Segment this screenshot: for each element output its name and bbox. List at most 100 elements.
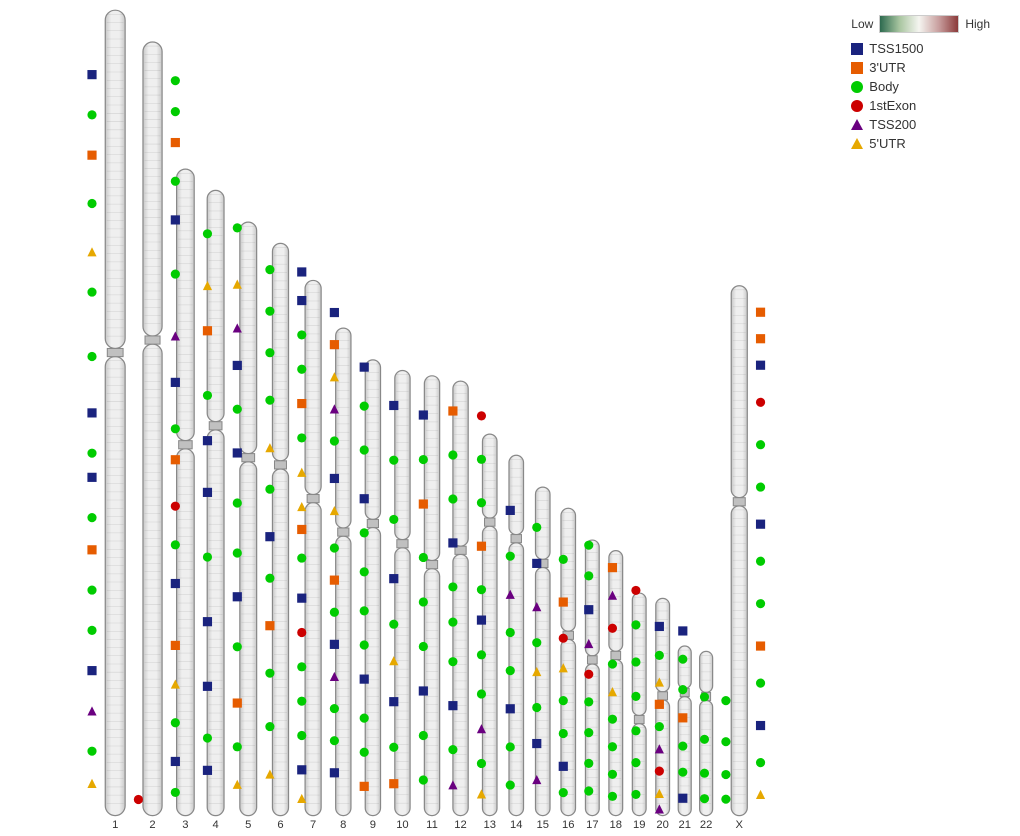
marker bbox=[700, 692, 709, 701]
marker bbox=[631, 758, 640, 767]
marker bbox=[360, 445, 369, 454]
marker bbox=[171, 502, 180, 511]
marker bbox=[203, 488, 212, 497]
marker bbox=[171, 76, 180, 85]
svg-text:11: 11 bbox=[426, 819, 438, 831]
marker bbox=[203, 391, 212, 400]
marker bbox=[330, 736, 339, 745]
svg-text:3: 3 bbox=[182, 819, 188, 831]
marker bbox=[419, 731, 428, 740]
marker bbox=[297, 296, 306, 305]
marker bbox=[203, 617, 212, 626]
marker bbox=[477, 615, 486, 624]
marker bbox=[678, 655, 687, 664]
marker bbox=[532, 523, 541, 532]
chromosome-10: 10 bbox=[395, 371, 410, 831]
marker bbox=[608, 624, 617, 633]
marker bbox=[506, 781, 515, 790]
marker bbox=[360, 494, 369, 503]
marker bbox=[265, 348, 274, 357]
chromosome-1: 1 bbox=[105, 10, 125, 831]
marker bbox=[756, 361, 765, 370]
marker bbox=[584, 571, 593, 580]
marker bbox=[330, 474, 339, 483]
chromosome-7: 7 bbox=[305, 280, 321, 830]
marker bbox=[360, 748, 369, 757]
marker bbox=[584, 759, 593, 768]
marker bbox=[265, 307, 274, 316]
marker bbox=[448, 538, 457, 547]
marker bbox=[297, 330, 306, 339]
marker bbox=[203, 229, 212, 238]
marker bbox=[756, 758, 765, 767]
marker bbox=[608, 792, 617, 801]
marker bbox=[559, 788, 568, 797]
marker bbox=[756, 398, 765, 407]
marker bbox=[297, 365, 306, 374]
svg-text:12: 12 bbox=[454, 819, 466, 831]
marker bbox=[678, 768, 687, 777]
marker bbox=[389, 620, 398, 629]
marker bbox=[477, 498, 486, 507]
marker bbox=[477, 650, 486, 659]
marker bbox=[506, 506, 515, 515]
chromosome-9: 9 bbox=[365, 360, 380, 831]
marker bbox=[655, 700, 664, 709]
marker bbox=[171, 424, 180, 433]
marker bbox=[756, 308, 765, 317]
marker bbox=[631, 726, 640, 735]
marker bbox=[87, 747, 96, 756]
svg-text:7: 7 bbox=[310, 819, 316, 831]
marker bbox=[506, 742, 515, 751]
svg-text:10: 10 bbox=[396, 819, 408, 831]
marker bbox=[171, 757, 180, 766]
chromosome-5: 5 bbox=[240, 222, 257, 831]
marker bbox=[233, 498, 242, 507]
marker bbox=[448, 745, 457, 754]
marker bbox=[171, 269, 180, 278]
main-container: Low High TSS1500 3'UTR Body 1stExon TSS2… bbox=[0, 0, 1020, 836]
svg-text:18: 18 bbox=[610, 819, 622, 831]
marker bbox=[419, 597, 428, 606]
marker bbox=[360, 363, 369, 372]
marker bbox=[171, 718, 180, 727]
marker bbox=[87, 151, 96, 160]
marker bbox=[584, 605, 593, 614]
marker bbox=[297, 594, 306, 603]
svg-text:4: 4 bbox=[212, 819, 218, 831]
marker bbox=[756, 721, 765, 730]
marker bbox=[477, 585, 486, 594]
marker bbox=[631, 692, 640, 701]
marker bbox=[330, 704, 339, 713]
marker bbox=[477, 689, 486, 698]
marker bbox=[506, 704, 515, 713]
marker bbox=[330, 543, 339, 552]
marker bbox=[203, 733, 212, 742]
marker bbox=[265, 532, 274, 541]
svg-text:8: 8 bbox=[340, 819, 346, 831]
marker bbox=[389, 697, 398, 706]
svg-text:13: 13 bbox=[484, 819, 496, 831]
marker bbox=[655, 622, 664, 631]
marker bbox=[631, 620, 640, 629]
marker bbox=[419, 455, 428, 464]
marker bbox=[756, 482, 765, 491]
marker bbox=[330, 768, 339, 777]
marker bbox=[721, 696, 730, 705]
marker bbox=[233, 592, 242, 601]
marker bbox=[477, 411, 486, 420]
marker bbox=[87, 666, 96, 675]
marker bbox=[171, 641, 180, 650]
marker bbox=[360, 782, 369, 791]
marker bbox=[87, 247, 96, 256]
marker bbox=[360, 606, 369, 615]
marker bbox=[87, 408, 96, 417]
marker bbox=[265, 574, 274, 583]
marker bbox=[700, 794, 709, 803]
marker bbox=[171, 579, 180, 588]
marker bbox=[87, 199, 96, 208]
marker bbox=[655, 651, 664, 660]
marker bbox=[584, 786, 593, 795]
chromosome-3: 3 bbox=[177, 169, 195, 831]
marker bbox=[448, 494, 457, 503]
